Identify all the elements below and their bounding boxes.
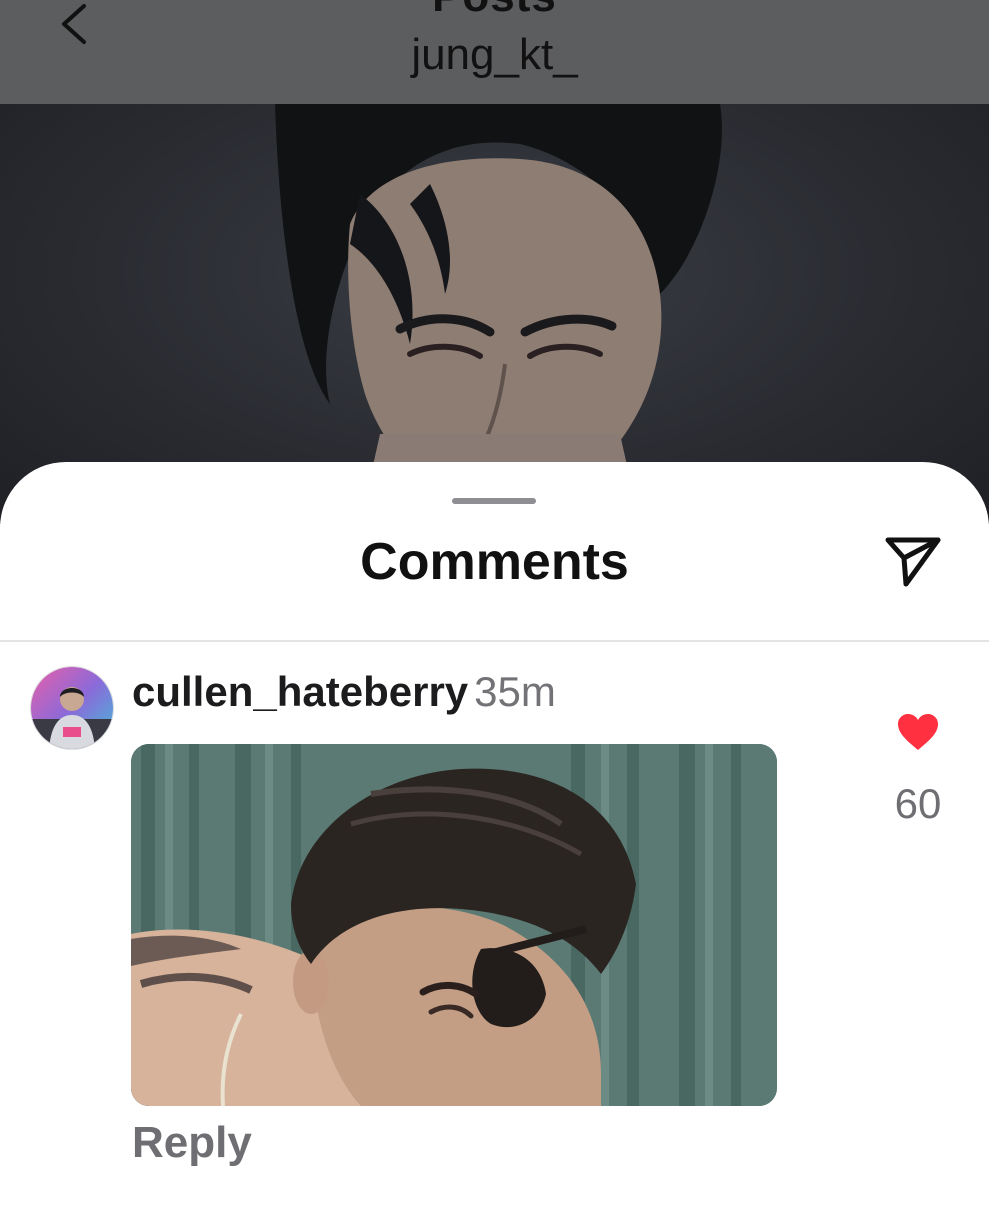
comment-header: cullen_hateberry 35m [132, 668, 556, 716]
header-title: Posts [0, 0, 989, 22]
header-username[interactable]: jung_kt_ [0, 30, 989, 80]
reply-button[interactable]: Reply [132, 1118, 252, 1168]
post-photo [0, 104, 989, 524]
comment-attachment-image[interactable] [131, 744, 777, 1106]
sheet-divider [0, 640, 989, 642]
comments-title: Comments [360, 533, 629, 591]
comments-sheet: Comments cullen_hateberry 35m 60 Reply [0, 462, 989, 1222]
commenter-avatar[interactable] [30, 666, 114, 750]
like-count: 60 [894, 780, 942, 827]
share-paper-plane-icon[interactable] [884, 534, 942, 590]
commenter-username[interactable]: cullen_hateberry [132, 668, 468, 715]
sheet-grabber-handle[interactable] [452, 498, 536, 504]
like-heart-icon[interactable] [896, 712, 940, 752]
comment-timestamp: 35m [474, 668, 556, 715]
post-header: Posts jung_kt_ [0, 0, 989, 104]
